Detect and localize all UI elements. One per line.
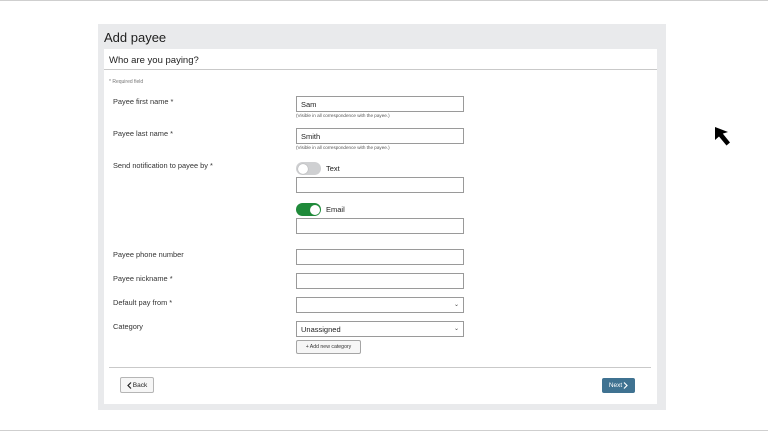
pay-from-select[interactable]: ⌄ <box>296 297 464 313</box>
last-name-hint: (Visible in all correspondence with the … <box>296 145 390 150</box>
first-name-input[interactable] <box>296 96 464 112</box>
chevron-down-icon: ⌄ <box>453 326 459 332</box>
notification-label: Send notification to payee by * <box>113 161 213 170</box>
category-label: Category <box>113 322 143 331</box>
add-category-label: Add new category <box>309 344 352 350</box>
toggle-knob <box>297 163 308 174</box>
phone-input[interactable] <box>296 249 464 265</box>
footer-divider <box>109 367 651 368</box>
card-title-divider <box>104 69 657 70</box>
page-title: Add payee <box>104 30 167 45</box>
email-address-input[interactable] <box>296 218 464 234</box>
chevron-down-icon: ⌄ <box>453 302 459 308</box>
next-button[interactable]: Next <box>602 378 635 393</box>
back-button[interactable]: Back <box>120 377 154 393</box>
nickname-input[interactable] <box>296 273 464 289</box>
category-select[interactable]: Unassigned ⌄ <box>296 321 464 337</box>
pay-from-label: Default pay from * <box>113 298 173 307</box>
chevron-right-icon <box>623 382 629 389</box>
last-name-label: Payee last name * <box>113 129 173 138</box>
category-value: Unassigned <box>301 325 341 334</box>
payee-form-card: Who are you paying? * Required field Pay… <box>104 49 657 404</box>
add-category-button[interactable]: + Add new category <box>296 340 361 354</box>
text-number-input[interactable] <box>296 177 464 193</box>
phone-label: Payee phone number <box>113 250 184 259</box>
first-name-label: Payee first name * <box>113 97 174 106</box>
last-name-input[interactable] <box>296 128 464 144</box>
plus-icon: + <box>305 344 309 350</box>
text-option-label: Text <box>326 164 340 173</box>
bottom-divider <box>0 430 768 431</box>
toggle-knob <box>309 204 320 215</box>
email-option-label: Email <box>326 205 345 214</box>
next-label: Next <box>608 382 623 389</box>
text-notification-toggle[interactable] <box>296 162 321 175</box>
first-name-hint: (Visible in all correspondence with the … <box>296 113 390 118</box>
card-title: Who are you paying? <box>109 55 199 66</box>
required-field-note: * Required field <box>109 79 144 85</box>
nickname-label: Payee nickname * <box>113 274 173 283</box>
mouse-pointer-icon <box>715 127 730 146</box>
email-notification-toggle[interactable] <box>296 203 321 216</box>
chevron-left-icon <box>126 381 132 389</box>
back-label: Back <box>132 381 148 389</box>
top-divider <box>0 0 768 1</box>
